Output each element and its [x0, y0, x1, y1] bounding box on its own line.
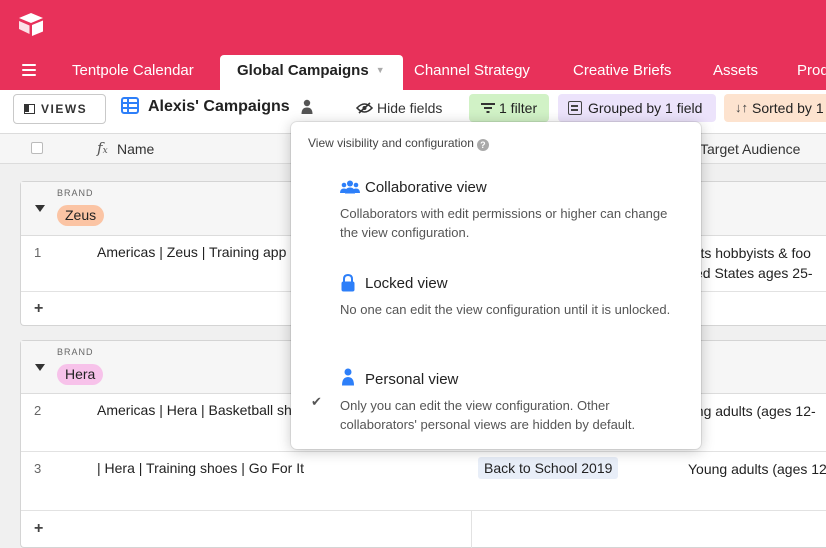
row-name-cell[interactable]: Americas | Hera | Basketball sh [97, 402, 292, 418]
column-header-target-audience[interactable]: Target Audience [700, 141, 800, 157]
target-line: ited States ages 25- [688, 265, 813, 281]
tab-assets[interactable]: Assets [713, 55, 758, 90]
target-audience-cell[interactable]: ung adults (ages 12- [688, 401, 816, 421]
tab-prod[interactable]: Prod [797, 55, 826, 90]
option-description: Collaborators with edit permissions or h… [340, 206, 668, 240]
help-icon[interactable]: ? [476, 139, 489, 151]
tentpole-cell[interactable]: Back to School 2019 [478, 457, 619, 479]
locked-view-option[interactable]: Locked view [365, 275, 448, 292]
tab-global-campaigns[interactable]: Global Campaigns ▼ [220, 55, 403, 90]
eye-slash-icon [355, 102, 374, 114]
option-description: Only you can edit the view configuration… [340, 398, 636, 432]
tab-label: Global Campaigns [237, 62, 369, 79]
view-name[interactable]: Alexis' Campaigns [148, 98, 290, 116]
hamburger-icon[interactable] [22, 64, 36, 76]
select-all-checkbox[interactable] [31, 142, 43, 154]
views-label: VIEWS [41, 102, 88, 116]
views-button[interactable]: VIEWS [13, 94, 106, 124]
hide-fields-label: Hide fields [377, 100, 443, 116]
person-icon [342, 368, 354, 386]
personal-view-option[interactable]: Personal view [365, 371, 458, 388]
sidebar-icon [24, 104, 35, 114]
row-name-cell[interactable]: Americas | Zeus | Training app [97, 244, 286, 260]
row-number: 1 [34, 245, 42, 260]
grid-view-icon [121, 97, 139, 114]
group-label: Grouped by 1 field [588, 100, 703, 116]
group-field-label: BRAND [57, 347, 94, 357]
column-header-name[interactable]: Name [117, 141, 154, 157]
tab-creative-briefs[interactable]: Creative Briefs [573, 55, 671, 90]
collapse-triangle-icon[interactable] [35, 205, 45, 212]
sort-icon: ↓↑ [735, 100, 748, 115]
filter-icon [481, 103, 495, 113]
add-row-button[interactable]: + [34, 300, 43, 318]
brand-pill: Hera [57, 364, 104, 385]
tab-channel-strategy[interactable]: Channel Strategy [414, 55, 530, 90]
row-number: 2 [34, 403, 42, 418]
checkmark-icon: ✔ [311, 394, 322, 409]
view-visibility-popover: View visibility and configuration? Colla… [291, 122, 701, 449]
group-icon [568, 101, 582, 115]
option-description: No one can edit the view configuration u… [340, 302, 671, 317]
filter-button[interactable]: 1 filter [469, 94, 549, 122]
target-audience-cell[interactable]: orts hobbyists & foo ited States ages 25… [688, 243, 813, 283]
group-button[interactable]: Grouped by 1 field [558, 94, 716, 122]
brand-pill: Zeus [57, 205, 105, 226]
collaborative-view-option[interactable]: Collaborative view [365, 179, 487, 196]
row-name-cell[interactable]: | Hera | Training shoes | Go For It [97, 460, 304, 476]
chevron-down-icon[interactable]: ▼ [376, 65, 385, 75]
tab-tentpole-calendar[interactable]: Tentpole Calendar [72, 55, 194, 90]
popover-title: View visibility and configuration? [308, 136, 489, 151]
target-audience-cell[interactable]: Young adults (ages 12- [688, 459, 826, 479]
add-row-button[interactable]: + [34, 520, 43, 538]
lock-icon [341, 274, 355, 292]
popover-title-text: View visibility and configuration [308, 136, 474, 150]
person-icon[interactable] [301, 99, 313, 115]
people-icon [340, 180, 360, 194]
app-header [0, 0, 826, 48]
row-number: 3 [34, 461, 42, 476]
group-field-label: BRAND [57, 188, 94, 198]
table-row[interactable]: 3 | Hera | Training shoes | Go For It Ba… [21, 452, 826, 511]
sort-button[interactable]: ↓↑ Sorted by 1 [724, 94, 826, 122]
sort-label: Sorted by 1 [752, 100, 824, 116]
hide-fields-button[interactable]: Hide fields [355, 100, 443, 116]
airtable-logo-icon[interactable] [18, 12, 44, 36]
target-line: orts hobbyists & foo [688, 245, 811, 261]
filter-label: 1 filter [499, 100, 538, 116]
formula-icon: fx [97, 139, 108, 157]
collapse-triangle-icon[interactable] [35, 364, 45, 371]
